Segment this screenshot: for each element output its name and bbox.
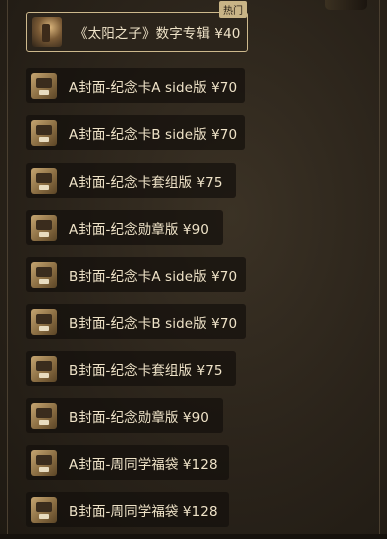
option-a-card-set[interactable]: A封面-纪念卡套组版 ¥75 [26,163,236,198]
option-label: A封面-周同学福袋 ¥128 [69,456,218,473]
option-label: B封面-纪念卡套组版 ¥75 [69,362,223,379]
photo-card-icon [31,261,57,288]
option-album[interactable]: 《太阳之子》数字专辑 ¥40 热门 [26,1,248,52]
photo-card-icon [31,355,57,382]
lucky-bag-icon [31,449,57,476]
option-b-card-a-side[interactable]: B封面-纪念卡A side版 ¥70 [26,257,246,292]
photo-card-icon [31,214,57,241]
option-label: 《太阳之子》数字专辑 ¥40 [74,26,241,42]
option-label: A封面-纪念勋章版 ¥90 [69,221,209,238]
option-a-card-b-side[interactable]: A封面-纪念卡B side版 ¥70 [26,115,245,150]
option-a-medal[interactable]: A封面-纪念勋章版 ¥90 [26,210,223,245]
hot-badge: 热门 [219,1,247,18]
option-b-card-b-side[interactable]: B封面-纪念卡B side版 ¥70 [26,304,246,339]
photo-card-icon [31,402,57,429]
lucky-bag-icon [31,496,57,523]
photo-card-icon [31,72,57,99]
photo-card-icon [31,119,57,146]
album-cover-icon [32,17,62,47]
option-a-lucky-bag[interactable]: A封面-周同学福袋 ¥128 [26,445,229,480]
option-label: A封面-纪念卡套组版 ¥75 [69,174,223,191]
photo-card-icon [31,308,57,335]
option-label: B封面-周同学福袋 ¥128 [69,503,218,520]
option-a-card-a-side[interactable]: A封面-纪念卡A side版 ¥70 [26,68,245,103]
option-b-medal[interactable]: B封面-纪念勋章版 ¥90 [26,398,223,433]
option-label: A封面-纪念卡A side版 ¥70 [69,79,238,96]
option-label: A封面-纪念卡B side版 ¥70 [69,126,238,143]
photo-card-icon [31,167,57,194]
bottom-edge [0,534,387,539]
top-ornament [325,0,367,10]
option-label: B封面-纪念卡A side版 ¥70 [69,268,238,285]
option-b-lucky-bag[interactable]: B封面-周同学福袋 ¥128 [26,492,229,527]
option-b-card-set[interactable]: B封面-纪念卡套组版 ¥75 [26,351,236,386]
option-label: B封面-纪念勋章版 ¥90 [69,409,209,426]
option-label: B封面-纪念卡B side版 ¥70 [69,315,238,332]
